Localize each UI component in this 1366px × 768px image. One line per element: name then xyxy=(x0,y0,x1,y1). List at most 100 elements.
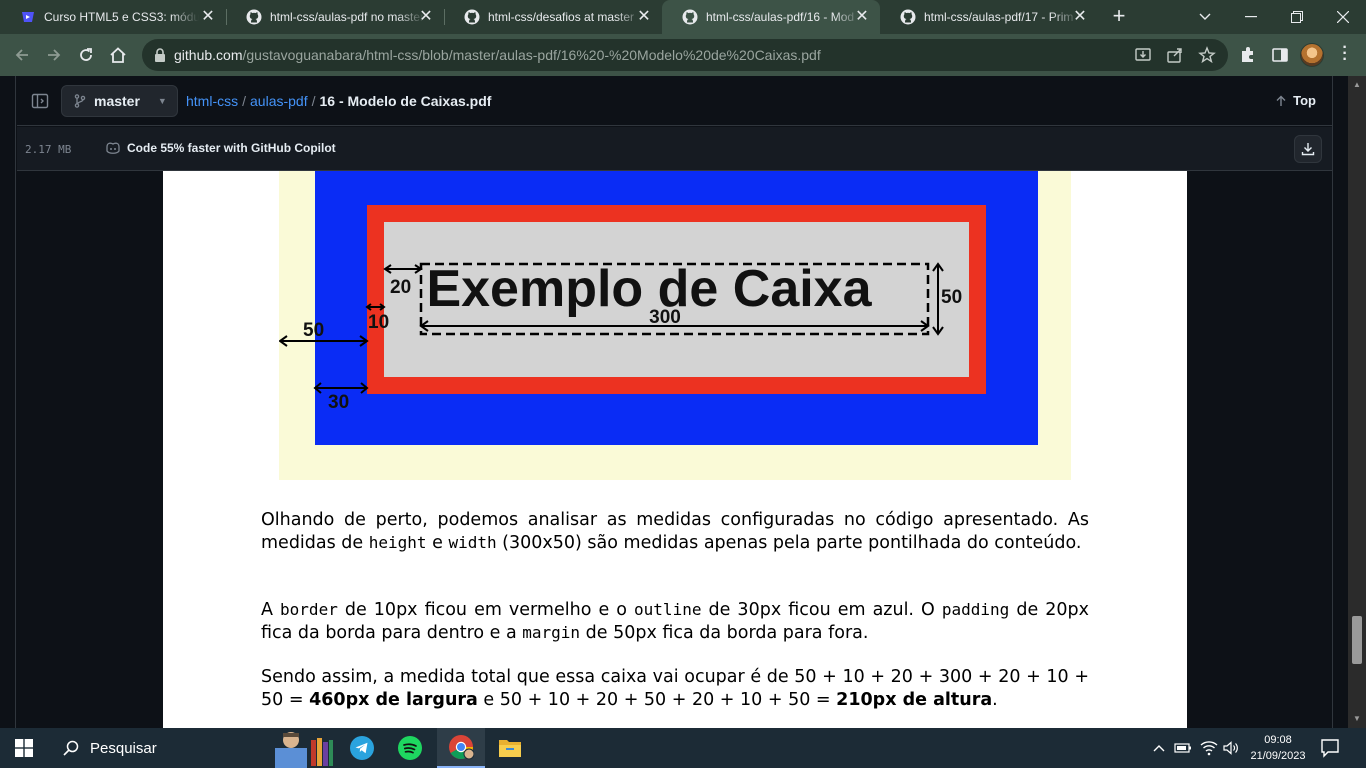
text-run: de 30px ficou em azul. O xyxy=(701,600,942,620)
tab-title: Curso HTML5 e CSS3: módulo xyxy=(44,10,199,24)
lock-icon[interactable] xyxy=(154,47,166,63)
clock-time: 09:08 xyxy=(1264,734,1292,746)
share-icon[interactable] xyxy=(1166,46,1184,64)
telegram-icon xyxy=(350,736,374,760)
taskbar-app-telegram[interactable] xyxy=(338,728,386,768)
copilot-promo-link[interactable]: Code 55% faster with GitHub Copilot xyxy=(105,141,336,155)
arrow-up-icon xyxy=(1276,95,1286,106)
close-icon[interactable]: ✕ xyxy=(854,9,870,25)
code-margin: margin xyxy=(522,622,581,642)
page-scrollbar[interactable]: ▲ ▼ xyxy=(1348,76,1366,728)
search-icon xyxy=(63,740,79,756)
menu-icon[interactable]: · · · xyxy=(1338,40,1352,68)
restore-icon xyxy=(1291,11,1303,23)
book-reader-icon xyxy=(275,732,333,768)
url-text[interactable]: github.com/gustavoguanabara/html-css/blo… xyxy=(174,47,821,63)
volume-control[interactable] xyxy=(1220,728,1242,768)
close-icon[interactable]: ✕ xyxy=(200,9,216,25)
taskbar-search[interactable]: Pesquisar xyxy=(48,728,270,768)
paragraph-2: A border de 10px ficou em vermelho e o o… xyxy=(261,599,1089,644)
cursoemvideo-icon xyxy=(22,12,34,22)
code-width: width xyxy=(448,532,497,552)
breadcrumb-folder-link[interactable]: aulas-pdf xyxy=(250,93,308,109)
profile-avatar[interactable] xyxy=(1300,43,1324,67)
left-gutter xyxy=(0,76,16,728)
install-app-icon[interactable] xyxy=(1134,46,1152,64)
code-padding: padding xyxy=(941,600,1010,619)
scroll-down-icon[interactable]: ▼ xyxy=(1353,714,1361,723)
windows-taskbar: Pesquisar 09:08 21/09/2023 xyxy=(0,728,1366,768)
sidebar-toggle-icon[interactable] xyxy=(31,92,49,110)
width-label: 300 xyxy=(649,307,681,328)
home-button[interactable] xyxy=(105,42,131,68)
close-icon[interactable]: ✕ xyxy=(636,9,652,25)
start-button[interactable] xyxy=(0,728,48,768)
reload-button[interactable] xyxy=(73,42,99,68)
github-icon xyxy=(464,9,480,25)
tab-search-button[interactable] xyxy=(1182,0,1228,34)
total-height: 210px de altura xyxy=(836,689,993,710)
tab-title: html-css/desafios at master xyxy=(488,10,635,24)
arrow-right-icon xyxy=(48,49,61,61)
copilot-icon xyxy=(106,142,120,154)
github-page: master ▼ html-css / aulas-pdf/16 - Modelo … xyxy=(0,76,1366,728)
scroll-up-icon[interactable]: ▲ xyxy=(1353,80,1361,89)
breadcrumb-separator: / xyxy=(242,93,247,109)
pdf-viewer[interactable]: Exemplo de Caixa 20 10 50 30 300 50 Olha… xyxy=(17,171,1332,728)
forward-button[interactable] xyxy=(41,42,67,68)
github-icon xyxy=(246,9,262,25)
arrow-left-icon xyxy=(15,49,28,61)
chevron-down-icon xyxy=(1199,13,1211,20)
show-hidden-icons-button[interactable] xyxy=(1150,728,1168,768)
outline-label: 30 xyxy=(328,392,349,413)
margin-label: 50 xyxy=(303,320,324,341)
network-status[interactable] xyxy=(1198,728,1220,768)
new-tab-button[interactable]: + xyxy=(1108,5,1130,28)
back-button[interactable] xyxy=(9,42,35,68)
taskbar-app-file-explorer[interactable] xyxy=(486,728,534,768)
star-icon[interactable] xyxy=(1198,46,1216,64)
github-icon xyxy=(682,9,698,25)
tab-modelo-de-caixas[interactable]: html-css/aulas-pdf/16 - Mod ✕ xyxy=(662,0,880,34)
notification-center-icon[interactable] xyxy=(1320,738,1340,758)
text-run: . xyxy=(992,689,998,710)
tab-aulas-pdf[interactable]: html-css/aulas-pdf no master ✕ xyxy=(226,0,444,34)
extensions-icon[interactable] xyxy=(1238,45,1258,65)
battery-status[interactable] xyxy=(1172,728,1194,768)
speaker-icon xyxy=(1223,741,1238,755)
clock-date: 21/09/2023 xyxy=(1250,750,1306,762)
file-header: 2.17 MB Code 55% faster with GitHub Copi… xyxy=(17,127,1332,171)
box-model-diagram: Exemplo de Caixa 20 10 50 30 300 50 xyxy=(279,171,1071,480)
border-label: 10 xyxy=(368,312,389,333)
side-panel-icon[interactable] xyxy=(1270,45,1290,65)
text-run: A xyxy=(261,600,281,620)
system-clock[interactable]: 09:08 21/09/2023 xyxy=(1244,732,1312,764)
address-bar[interactable]: github.com/gustavoguanabara/html-css/blo… xyxy=(142,39,1228,71)
reload-icon xyxy=(80,48,92,61)
breadcrumb-repo-link[interactable]: html-css xyxy=(186,93,238,109)
url-host: github.com xyxy=(174,47,243,63)
tab-curso[interactable]: Curso HTML5 e CSS3: módulo ✕ xyxy=(0,0,226,34)
code-border: border xyxy=(280,600,338,619)
close-window-button[interactable] xyxy=(1320,0,1366,34)
taskbar-app-books[interactable] xyxy=(266,728,338,768)
github-icon xyxy=(900,9,916,25)
breadcrumb-file-name: 16 - Modelo de Caixas.pdf xyxy=(319,93,492,109)
download-button[interactable] xyxy=(1294,135,1322,163)
tab-aula-17[interactable]: html-css/aulas-pdf/17 - Prim ✕ xyxy=(880,0,1098,34)
branch-selector[interactable]: master ▼ xyxy=(61,85,178,117)
scrollbar-thumb[interactable] xyxy=(1352,616,1362,664)
right-gutter xyxy=(1332,76,1348,728)
tab-desafios[interactable]: html-css/desafios at master ✕ xyxy=(444,0,662,34)
breadcrumb: html-css / aulas-pdf/16 - Modelo de Caixas… xyxy=(186,93,491,109)
taskbar-app-spotify[interactable] xyxy=(386,728,434,768)
padding-label: 20 xyxy=(390,277,411,298)
caret-down-icon: ▼ xyxy=(157,96,167,106)
chevron-up-icon xyxy=(1153,745,1165,752)
taskbar-app-chrome[interactable] xyxy=(437,728,485,768)
close-icon[interactable]: ✕ xyxy=(418,9,434,25)
minimize-button[interactable] xyxy=(1228,0,1274,34)
restore-button[interactable] xyxy=(1274,0,1320,34)
top-button[interactable]: Top xyxy=(1275,93,1316,108)
close-icon[interactable]: ✕ xyxy=(1072,9,1088,25)
